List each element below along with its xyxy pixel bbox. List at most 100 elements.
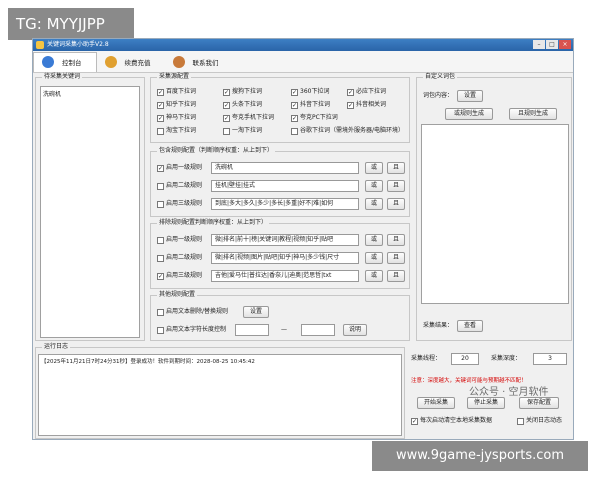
rule-checkbox[interactable]: 启用三级规则 (157, 200, 202, 208)
or-button[interactable]: 或 (365, 252, 383, 264)
replace-rule-checkbox[interactable]: 启用文本删除/替换规则 (157, 308, 228, 316)
or-button[interactable]: 或 (365, 234, 383, 246)
checkbox-box (157, 127, 164, 135)
minimize-button[interactable]: – (533, 40, 545, 49)
seed-text: 洗碗机 (43, 91, 62, 98)
rule-input[interactable]: 吉他|爱马仕|普拉达|香奈儿|迪奥|范思哲|txt (211, 270, 359, 282)
tab-recharge[interactable]: 续费充值 (97, 52, 165, 72)
and-generate-button[interactable]: 且规则生成 (509, 108, 557, 120)
checkbox-box: ✓ (223, 101, 230, 109)
source-label: 淘宝下拉词 (166, 127, 197, 134)
rule-input[interactable]: 挂机|壁挂|挂式 (211, 180, 359, 192)
source-label: 一淘下拉词 (232, 127, 263, 134)
source-checkbox[interactable]: ✓ 搜狗下拉词 (223, 88, 262, 96)
rule-label: 启用三级规则 (166, 200, 203, 207)
tab-console[interactable]: 控制台 (33, 51, 97, 72)
clear-data-checkbox[interactable]: ✓ 每次启动清空本地采集数据 (411, 417, 492, 425)
seed-textarea[interactable]: 洗碗机 (40, 86, 140, 338)
source-label: 抖音下拉词 (300, 101, 331, 108)
source-checkbox[interactable]: ✓ 夸克PC下拉词 (291, 114, 338, 122)
source-label: 头条下拉词 (232, 101, 263, 108)
rule-checkbox[interactable]: ✓ 启用一级规则 (157, 164, 202, 172)
content-label: 词包内容： (423, 92, 454, 99)
rule-input[interactable]: 到底|多大|多久|多少|多长|多重|好不|难|如何 (211, 198, 359, 210)
checkbox-box: ✓ (347, 88, 354, 96)
checkbox-box (223, 127, 230, 135)
rule-label: 启用二级规则 (166, 182, 203, 189)
rule-input[interactable]: 微|排名|视频|图片|贴吧|知乎|神马|多少钱|尺寸 (211, 252, 359, 264)
source-checkbox[interactable]: ✓ 抖音相关词 (347, 101, 386, 109)
source-panel: 采集源配置 ✓ 百度下拉词 ✓ 搜狗下拉词 ✓ 360下拉词 ✓ 必应下拉词 ✓ 知乎下拉词 ✓ 头条… (150, 73, 410, 143)
checkbox-box (157, 200, 164, 208)
title-bar: 关键词采集小助手V2.8 – □ × (33, 39, 573, 51)
source-checkbox[interactable]: ✓ 夸克手机下拉词 (223, 114, 274, 122)
include-panel-title: 包含规则配置（判断顺序权重：从上到下） (157, 147, 276, 155)
length-help-button[interactable]: 说明 (343, 324, 367, 336)
source-label: 夸克手机下拉词 (232, 114, 275, 121)
public-watermark: 公众号 · 空月软件 (469, 387, 549, 398)
tab-contact[interactable]: 联系我们 (165, 52, 233, 72)
source-checkbox[interactable]: ✓ 360下拉词 (291, 88, 329, 96)
watermark-bottom: www.9game-jysports.com (372, 441, 588, 471)
watermark-top: TG: MYYJJPP (8, 8, 134, 40)
source-checkbox[interactable]: 谷歌下拉词（需境外服务器/电脑环境） (291, 127, 404, 135)
source-checkbox[interactable]: ✓ 头条下拉词 (223, 101, 262, 109)
source-checkbox[interactable]: ✓ 百度下拉词 (157, 88, 196, 96)
view-result-button[interactable]: 查看 (457, 320, 483, 332)
or-button[interactable]: 或 (365, 162, 383, 174)
source-checkbox[interactable]: 一淘下拉词 (223, 127, 262, 135)
depth-input[interactable]: 3 (533, 353, 567, 365)
replace-settings-button[interactable]: 设置 (243, 306, 269, 318)
length-max-input[interactable] (301, 324, 335, 336)
rule-label: 启用一级规则 (166, 236, 203, 243)
source-label: 谷歌下拉词（需境外服务器/电脑环境） (300, 127, 405, 134)
app-icon (36, 41, 44, 49)
start-button[interactable]: 开始采集 (417, 397, 455, 409)
and-button[interactable]: 且 (387, 180, 405, 192)
rule-checkbox[interactable]: 启用二级规则 (157, 182, 202, 190)
and-button[interactable]: 且 (387, 270, 405, 282)
custom-textarea[interactable] (421, 124, 569, 304)
or-generate-button[interactable]: 或规则生成 (445, 108, 493, 120)
close-button[interactable]: × (559, 40, 571, 49)
source-label: 夸克PC下拉词 (300, 114, 338, 121)
rule-checkbox[interactable]: ✓ 启用三级规则 (157, 272, 202, 280)
source-label: 抖音相关词 (356, 101, 387, 108)
rule-checkbox[interactable]: 启用一级规则 (157, 236, 202, 244)
custom-settings-button[interactable]: 设置 (457, 90, 483, 102)
length-min-input[interactable] (235, 324, 269, 336)
rule-input[interactable]: 微|排名|前十|榜|关键词|教程|视频|知乎|贴吧 (211, 234, 359, 246)
or-button[interactable]: 或 (365, 270, 383, 282)
length-rule-checkbox[interactable]: 启用文本字符长度控制 (157, 326, 226, 334)
rule-input[interactable]: 洗碗机 (211, 162, 359, 174)
checkbox-box: ✓ (291, 88, 298, 96)
app-window: 关键词采集小助手V2.8 – □ × 控制台 续费充值 联系我们 待采集关键词 … (32, 38, 574, 440)
exclude-panel-title: 排除规则配置判断顺序权重：从上到下） (157, 219, 270, 227)
checkbox-box: ✓ (223, 114, 230, 122)
and-button[interactable]: 且 (387, 198, 405, 210)
and-button[interactable]: 且 (387, 252, 405, 264)
and-button[interactable]: 且 (387, 234, 405, 246)
source-checkbox[interactable]: ✓ 必应下拉词 (347, 88, 386, 96)
custom-panel: 自定义词包 词包内容： 设置 或规则生成 且规则生成 采集结果： 查看 (416, 73, 572, 341)
checkbox-box (157, 182, 164, 190)
threads-input[interactable]: 20 (451, 353, 479, 365)
maximize-button[interactable]: □ (546, 40, 558, 49)
source-checkbox[interactable]: 淘宝下拉词 (157, 127, 196, 135)
rule-checkbox[interactable]: 启用二级规则 (157, 254, 202, 262)
source-label: 360下拉词 (300, 88, 330, 95)
source-label: 百度下拉词 (166, 88, 197, 95)
or-button[interactable]: 或 (365, 180, 383, 192)
tab-label: 控制台 (62, 59, 82, 67)
depth-warning: 注意：深度越大，关键词可能与预期越不匹配！ (411, 378, 527, 384)
depth-label: 采集深度： (491, 355, 522, 362)
recharge-icon (104, 55, 117, 68)
and-button[interactable]: 且 (387, 162, 405, 174)
or-button[interactable]: 或 (365, 198, 383, 210)
source-checkbox[interactable]: ✓ 知乎下拉词 (157, 101, 196, 109)
source-checkbox[interactable]: ✓ 抖音下拉词 (291, 101, 330, 109)
close-log-checkbox[interactable]: 关闭日志动态 (517, 417, 562, 425)
source-checkbox[interactable]: ✓ 神马下拉词 (157, 114, 196, 122)
exclude-panel: 排除规则配置判断顺序权重：从上到下） 启用一级规则 微|排名|前十|榜|关键词|教… (150, 219, 410, 289)
result-label: 采集结果： (423, 322, 454, 329)
